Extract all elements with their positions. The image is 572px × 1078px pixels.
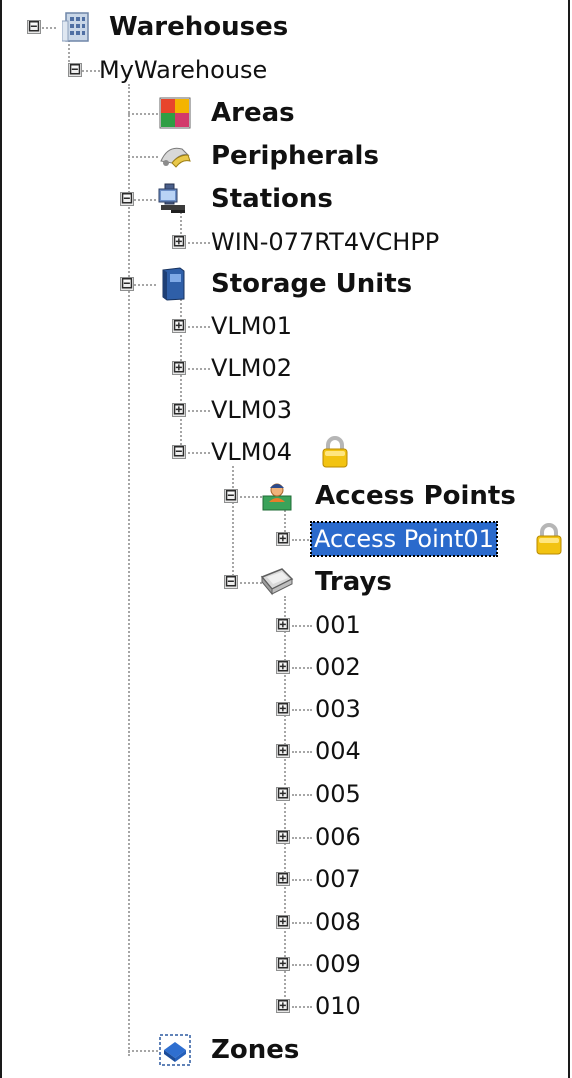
collapse-toggle[interactable]: ⊟ [27,19,41,34]
node-label[interactable]: VLM03 [208,393,295,427]
tree-connector [42,27,56,29]
tree-connector [188,452,210,454]
node-label[interactable]: MyWarehouse [96,53,270,87]
tree-connector [292,964,312,966]
computer-icon [156,182,190,216]
tree-connector [188,242,210,244]
tree-connector [292,1006,312,1008]
node-label[interactable]: 004 [312,734,364,768]
peripherals-icon [158,139,192,173]
expand-toggle[interactable]: ⊞ [276,617,290,632]
expand-toggle[interactable]: ⊞ [276,786,290,801]
collapse-toggle[interactable]: ⊟ [224,574,238,589]
expand-toggle[interactable]: ⊞ [276,914,290,929]
node-label[interactable]: 003 [312,692,364,726]
tree-connector [292,794,312,796]
expand-toggle[interactable]: ⊞ [276,871,290,886]
node-label[interactable]: 008 [312,905,364,939]
lock-icon [534,522,564,556]
node-label[interactable]: WIN-077RT4VCHPP [208,225,442,259]
collapse-toggle[interactable]: ⊟ [224,488,238,503]
node-label[interactable]: 006 [312,820,364,854]
tree-connector [128,113,158,115]
storage-unit-icon [156,267,190,301]
tree-connector [292,539,312,541]
tree-connector [134,199,156,201]
tree-connector [188,326,210,328]
tree-connector [188,410,210,412]
expand-toggle[interactable]: ⊞ [172,318,186,333]
node-label[interactable]: VLM04 [208,435,295,469]
tree-connector [232,466,234,584]
tray-icon [260,565,294,599]
tree-connector [134,284,156,286]
tree-connector [292,625,312,627]
node-label[interactable]: Stations [208,182,336,216]
node-label[interactable]: 010 [312,989,364,1023]
tree-connector [128,1050,158,1052]
node-label[interactable]: Peripherals [208,139,382,173]
expand-toggle[interactable]: ⊞ [276,743,290,758]
expand-toggle[interactable]: ⊞ [276,998,290,1013]
expand-toggle[interactable]: ⊞ [172,360,186,375]
node-label[interactable]: Zones [208,1033,302,1067]
tree-connector [292,667,312,669]
node-label[interactable]: Storage Units [208,267,415,301]
tree-connector [292,751,312,753]
expand-toggle[interactable]: ⊞ [276,956,290,971]
tree-connector [292,709,312,711]
collapse-toggle[interactable]: ⊟ [172,444,186,459]
expand-toggle[interactable]: ⊞ [276,659,290,674]
tree-connector [188,368,210,370]
expand-toggle[interactable]: ⊞ [276,829,290,844]
tree-connector [240,496,262,498]
tree-connector [292,922,312,924]
collapse-toggle[interactable]: ⊟ [120,191,134,206]
node-label[interactable]: Trays [312,565,395,599]
expand-toggle[interactable]: ⊞ [172,234,186,249]
collapse-toggle[interactable]: ⊟ [120,276,134,291]
node-label[interactable]: VLM01 [208,309,295,343]
node-label[interactable]: 007 [312,862,364,896]
node-label[interactable]: 009 [312,947,364,981]
node-label[interactable]: 005 [312,777,364,811]
node-label[interactable]: 002 [312,650,364,684]
collapse-toggle[interactable]: ⊟ [68,62,82,77]
tree-connector [292,879,312,881]
node-label[interactable]: 001 [312,608,364,642]
access-point-icon [260,479,294,513]
expand-toggle[interactable]: ⊞ [276,531,290,546]
tree-connector [128,156,158,158]
node-label[interactable]: Areas [208,96,298,130]
tree-connector [128,84,130,1056]
expand-toggle[interactable]: ⊞ [276,701,290,716]
node-label[interactable]: Warehouses [106,10,291,44]
tree-connector [292,837,312,839]
expand-toggle[interactable]: ⊞ [172,402,186,417]
node-label-selected[interactable]: Access Point01 [310,521,498,557]
zones-icon [158,1033,192,1067]
tree-connector [240,582,262,584]
node-label[interactable]: Access Points [312,479,519,513]
lock-icon [320,435,350,469]
building-icon [60,10,94,44]
areas-icon [158,96,192,130]
warehouse-tree-view[interactable]: ⊟ Warehouses ⊟ MyWarehouse Areas Periphe… [0,0,570,1078]
node-label[interactable]: VLM02 [208,351,295,385]
